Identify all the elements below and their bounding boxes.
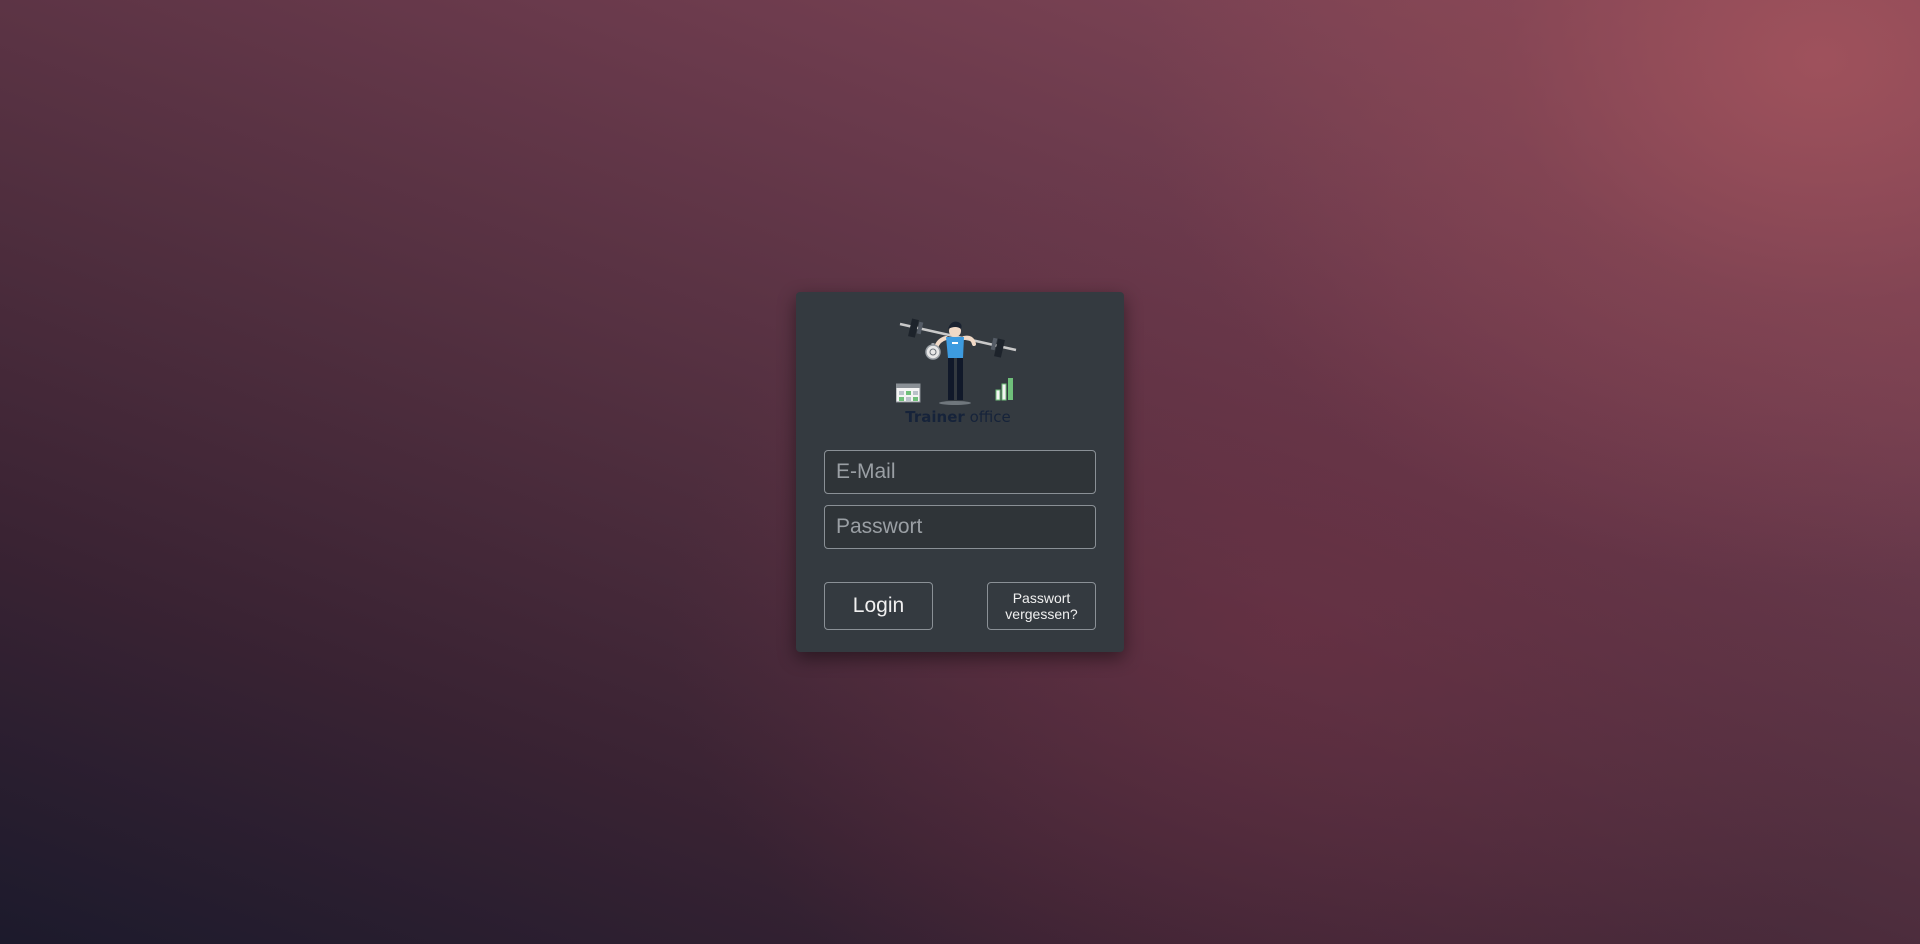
logo-text-bold: Trainer — [905, 408, 965, 426]
forgot-password-label-line2: vergessen? — [1005, 606, 1078, 622]
trainer-office-logo: Trainer office — [895, 314, 1020, 426]
weightlifter-logo-icon — [895, 318, 1017, 405]
login-button[interactable]: Login — [824, 582, 933, 630]
forgot-password-label-line1: Passwort — [1012, 590, 1071, 606]
forgot-password-button[interactable]: Passwort vergessen? — [987, 582, 1096, 630]
logo-text-regular: office — [969, 408, 1011, 426]
logo-wordmark: Trainer office — [896, 408, 1020, 426]
password-input[interactable] — [824, 505, 1096, 549]
email-input[interactable] — [824, 450, 1096, 494]
login-card: Trainer office Login Passwort vergessen? — [796, 292, 1124, 652]
login-page: { "logo": { "text_bold": "Trainer", "tex… — [0, 0, 1920, 944]
